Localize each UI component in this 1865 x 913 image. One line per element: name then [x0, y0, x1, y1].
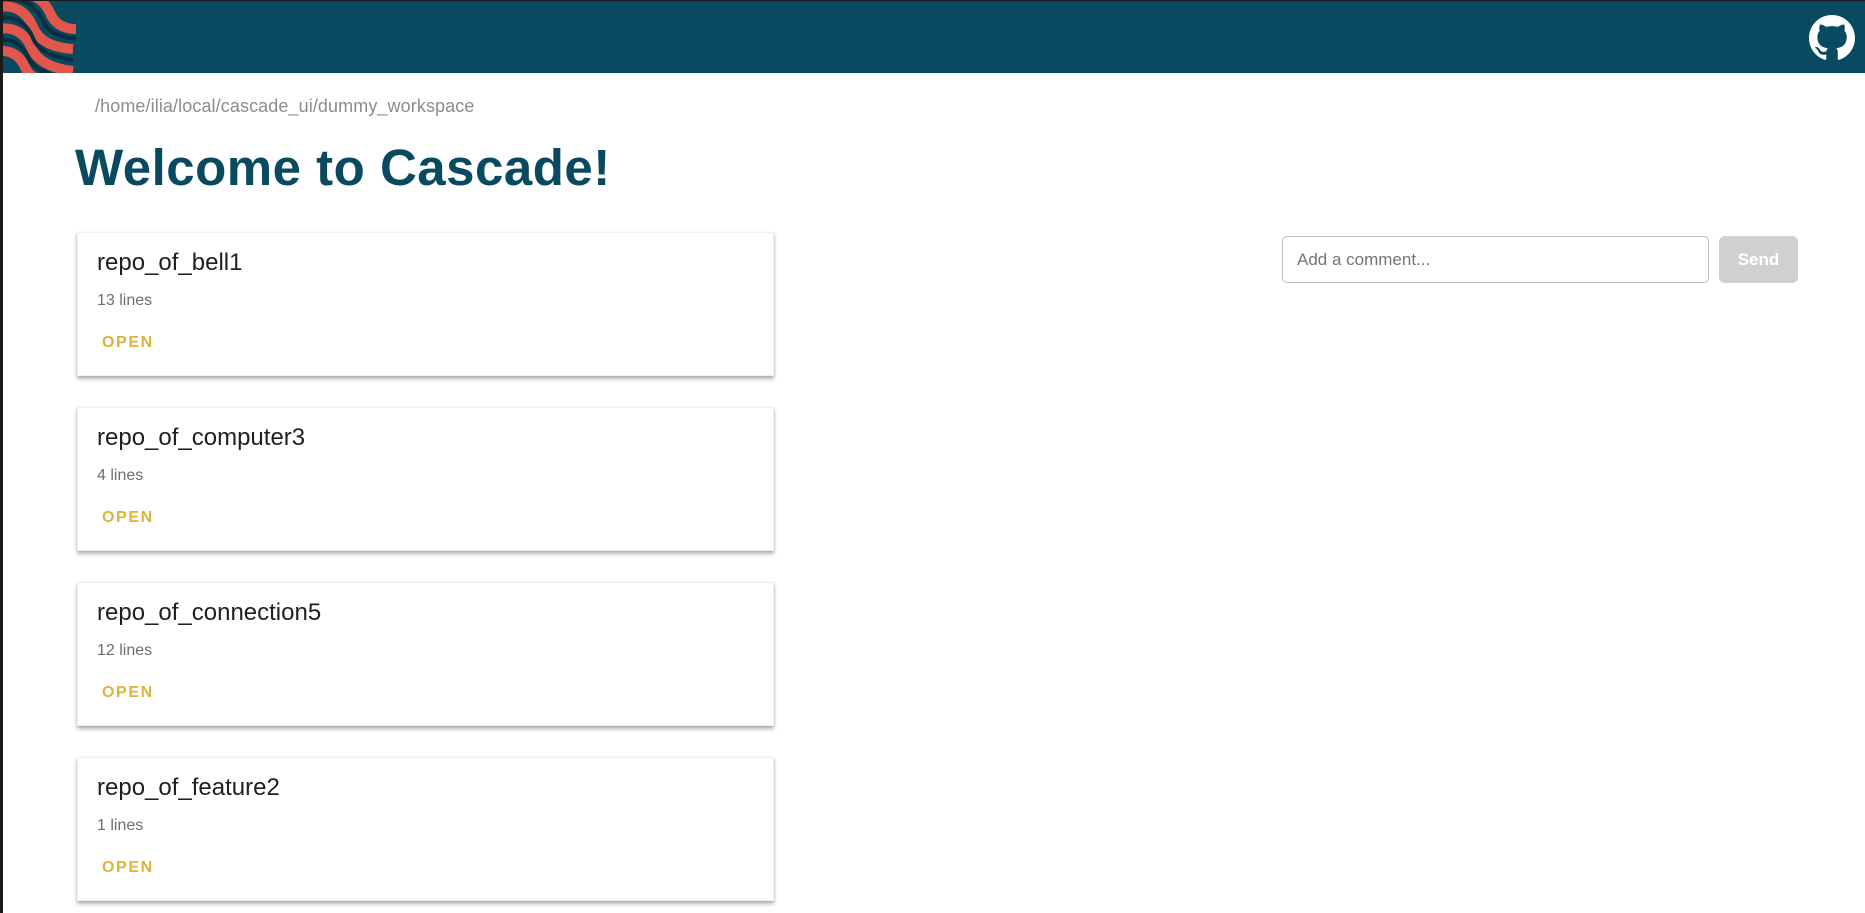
repo-name: repo_of_bell1 [97, 249, 243, 276]
repo-name: repo_of_connection5 [97, 599, 322, 626]
breadcrumb: /home/ilia/local/cascade_ui/dummy_worksp… [95, 96, 475, 116]
github-icon[interactable] [1809, 15, 1855, 61]
open-repo-button[interactable]: OPEN [102, 684, 154, 702]
repo-line-count: 1 lines [97, 817, 144, 834]
repo-card: repo_of_computer3 4 lines OPEN [77, 407, 774, 551]
cascade-logo-icon[interactable] [3, 1, 76, 73]
open-repo-button[interactable]: OPEN [102, 859, 154, 877]
open-repo-button[interactable]: OPEN [102, 334, 154, 352]
open-repo-button[interactable]: OPEN [102, 509, 154, 527]
repo-card: repo_of_bell1 13 lines OPEN [77, 232, 774, 376]
page-title: Welcome to Cascade! [75, 139, 611, 196]
send-button[interactable]: Send [1719, 236, 1798, 283]
repo-list: repo_of_bell1 13 lines OPEN repo_of_comp… [77, 232, 774, 913]
repo-line-count: 4 lines [97, 467, 144, 484]
repo-line-count: 13 lines [97, 292, 153, 309]
repo-card: repo_of_connection5 12 lines OPEN [77, 582, 774, 726]
repo-card: repo_of_feature2 1 lines OPEN [77, 757, 774, 901]
app-frame: /home/ilia/local/cascade_ui/dummy_worksp… [0, 0, 1865, 913]
repo-name: repo_of_feature2 [97, 774, 280, 801]
repo-line-count: 12 lines [97, 642, 153, 659]
repo-name: repo_of_computer3 [97, 424, 306, 451]
top-app-bar [3, 0, 1865, 73]
comment-input[interactable] [1282, 236, 1709, 283]
